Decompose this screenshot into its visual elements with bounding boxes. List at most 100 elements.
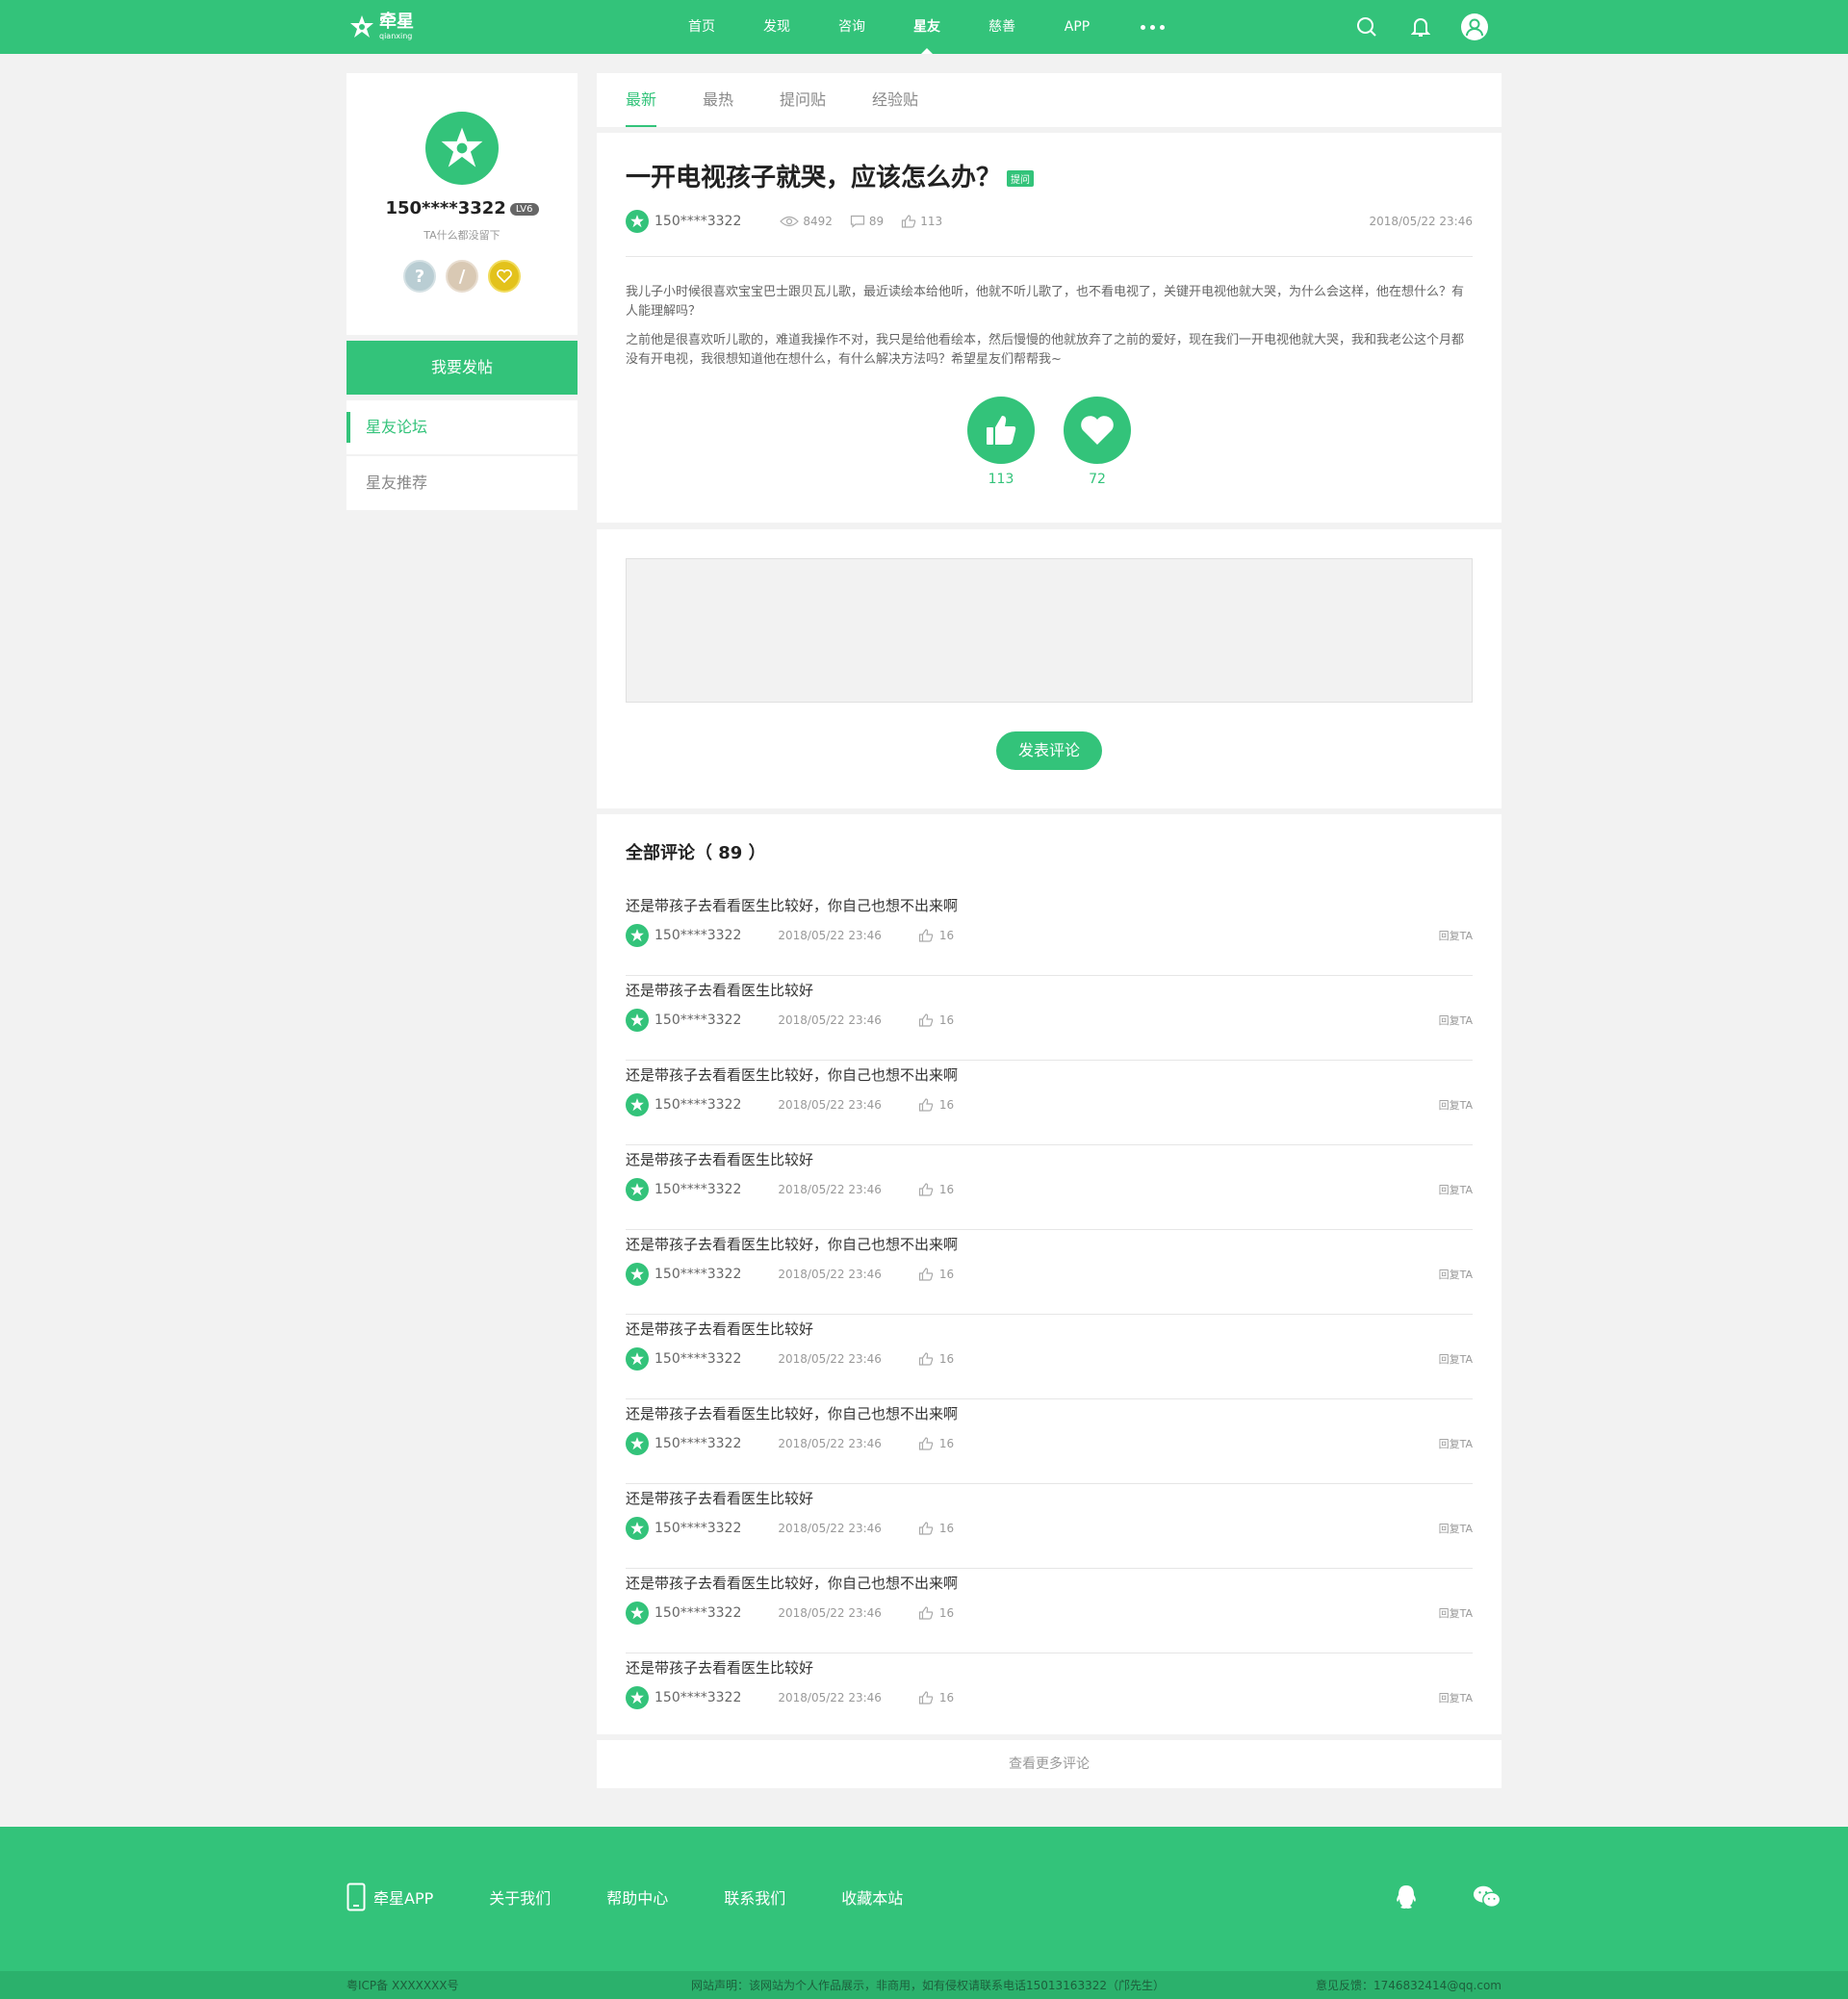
commenter-avatar[interactable]	[626, 1517, 649, 1540]
comment-like[interactable]: 16	[918, 1437, 954, 1450]
commenter-name[interactable]: 150****3322	[654, 1690, 741, 1705]
post-paragraph: 我儿子小时候很喜欢宝宝巴士跟贝瓦儿歌，最近读绘本给他听，他就不听儿歌了，也不看电…	[626, 285, 1465, 319]
commenter-name[interactable]: 150****3322	[654, 1521, 741, 1536]
comment-text: 还是带孩子去看看医生比较好，你自己也想不出来啊	[626, 1405, 959, 1422]
like-button[interactable]	[967, 397, 1035, 464]
post-card: 一开电视孩子就哭，应该怎么办？ 提问 150****3322 8492 89 11…	[597, 133, 1502, 523]
commenter-avatar[interactable]	[626, 1093, 649, 1116]
reply-button[interactable]: 回复TA	[1439, 1182, 1473, 1197]
nav-charity[interactable]: 慈善	[964, 0, 1040, 54]
commenter-avatar[interactable]	[626, 1263, 649, 1286]
sidebar-item-recommend[interactable]: 星友推荐	[346, 456, 578, 510]
pencil-medal-icon[interactable]: /	[446, 260, 478, 293]
reply-button[interactable]: 回复TA	[1439, 1436, 1473, 1451]
favorite-button[interactable]	[1064, 397, 1131, 464]
more-icon[interactable]	[1115, 0, 1190, 54]
logo[interactable]: 牵星 qianxing	[348, 10, 414, 44]
comment-time: 2018/05/22 23:46	[778, 1352, 882, 1366]
reply-button[interactable]: 回复TA	[1439, 1351, 1473, 1367]
comment-input[interactable]	[626, 558, 1473, 703]
tab-questions[interactable]: 提问贴	[780, 73, 826, 127]
comment-meta: 150****3322 2018/05/22 23:46 16 回复TA	[626, 1263, 1473, 1286]
commenter-avatar[interactable]	[626, 1178, 649, 1201]
comment-like[interactable]: 16	[918, 1268, 954, 1281]
star-avatar-icon	[630, 1352, 644, 1366]
nav-app[interactable]: APP	[1040, 0, 1115, 54]
comment-like-count: 16	[938, 1437, 955, 1450]
commenter-avatar[interactable]	[626, 1686, 649, 1709]
sidebar-item-forum[interactable]: 星友论坛	[346, 400, 578, 454]
commenter-name[interactable]: 150****3322	[654, 1182, 741, 1197]
site-statement: 网站声明：该网站为个人作品展示，非商用，如有侵权请联系电话15013163322…	[691, 1979, 1165, 1992]
comment-like[interactable]: 16	[918, 1522, 954, 1535]
footer-app-link[interactable]: 牵星APP	[346, 1883, 433, 1911]
footer-bookmark-link[interactable]: 收藏本站	[841, 1885, 903, 1909]
bell-icon[interactable]	[1407, 13, 1434, 40]
commenter-avatar[interactable]	[626, 1009, 649, 1032]
footer-help-link[interactable]: 帮助中心	[606, 1885, 668, 1909]
submit-comment-button[interactable]: 发表评论	[996, 731, 1102, 770]
comment-icon	[850, 215, 865, 228]
comment-text: 还是带孩子去看看医生比较好	[626, 1320, 814, 1338]
star-avatar-icon	[630, 1098, 644, 1112]
reply-button[interactable]: 回复TA	[1439, 1267, 1473, 1282]
comment-meta: 150****3322 2018/05/22 23:46 16 回复TA	[626, 924, 1473, 947]
commenter-avatar[interactable]	[626, 1347, 649, 1371]
thumb-up-icon	[918, 1268, 934, 1281]
user-icon[interactable]	[1461, 13, 1488, 40]
commenter-name[interactable]: 150****3322	[654, 1267, 741, 1282]
reply-button[interactable]: 回复TA	[1439, 928, 1473, 943]
comment-like[interactable]: 16	[918, 1691, 954, 1704]
commenter-name[interactable]: 150****3322	[654, 1097, 741, 1113]
comment-like[interactable]: 16	[918, 929, 954, 942]
comment-like[interactable]: 16	[918, 1013, 954, 1027]
comment-meta: 150****3322 2018/05/22 23:46 16 回复TA	[626, 1178, 1473, 1201]
comment-like[interactable]: 16	[918, 1352, 954, 1366]
commenter-name[interactable]: 150****3322	[654, 1012, 741, 1028]
qq-icon[interactable]	[1392, 1883, 1421, 1911]
profile-name: 150****3322	[385, 198, 506, 218]
star-avatar-icon	[441, 127, 483, 167]
commenter-name[interactable]: 150****3322	[654, 1605, 741, 1621]
nav-home[interactable]: 首页	[664, 0, 739, 54]
tab-latest[interactable]: 最新	[626, 73, 657, 127]
nav-consult[interactable]: 咨询	[814, 0, 889, 54]
tab-hot[interactable]: 最热	[703, 73, 733, 127]
footer-contact-link[interactable]: 联系我们	[724, 1885, 785, 1909]
commenter-avatar[interactable]	[626, 924, 649, 947]
reply-button[interactable]: 回复TA	[1439, 1605, 1473, 1621]
reply-button[interactable]: 回复TA	[1439, 1012, 1473, 1028]
heart-medal-icon[interactable]	[488, 260, 521, 293]
comment-text: 还是带孩子去看看医生比较好	[626, 1151, 814, 1168]
commenter-avatar[interactable]	[626, 1602, 649, 1625]
nav-friends[interactable]: 星友	[889, 0, 964, 54]
comment-like[interactable]: 16	[918, 1183, 954, 1196]
wechat-icon[interactable]	[1473, 1883, 1502, 1911]
comment-list: 还是带孩子去看看医生比较好，你自己也想不出来啊 150****3322 2018…	[626, 891, 1473, 1738]
profile-card: 150****3322 LV6 TA什么都没留下 ? /	[346, 73, 578, 335]
reply-button[interactable]: 回复TA	[1439, 1521, 1473, 1536]
star-avatar-icon	[630, 1437, 644, 1450]
commenter-name[interactable]: 150****3322	[654, 928, 741, 943]
load-more-comments[interactable]: 查看更多评论	[597, 1740, 1502, 1788]
author-name[interactable]: 150****3322	[654, 214, 741, 229]
avatar[interactable]	[425, 112, 499, 185]
comment-like[interactable]: 16	[918, 1606, 954, 1620]
question-medal-icon[interactable]: ?	[403, 260, 436, 293]
comment-time: 2018/05/22 23:46	[778, 1606, 882, 1620]
author-avatar[interactable]	[626, 210, 649, 233]
profile-signature: TA什么都没留下	[424, 229, 500, 242]
comment-text: 还是带孩子去看看医生比较好，你自己也想不出来啊	[626, 1575, 959, 1592]
comment-like[interactable]: 16	[918, 1098, 954, 1112]
footer-about-link[interactable]: 关于我们	[489, 1885, 551, 1909]
commenter-name[interactable]: 150****3322	[654, 1436, 741, 1451]
tab-experience[interactable]: 经验贴	[872, 73, 918, 127]
commenter-name[interactable]: 150****3322	[654, 1351, 741, 1367]
search-icon[interactable]	[1353, 13, 1380, 40]
reply-button[interactable]: 回复TA	[1439, 1690, 1473, 1705]
nav-discover[interactable]: 发现	[739, 0, 814, 54]
new-post-button[interactable]: 我要发帖	[346, 341, 578, 395]
reply-button[interactable]: 回复TA	[1439, 1097, 1473, 1113]
commenter-avatar[interactable]	[626, 1432, 649, 1455]
main-nav: 首页 发现 咨询 星友 慈善 APP	[664, 0, 1190, 54]
